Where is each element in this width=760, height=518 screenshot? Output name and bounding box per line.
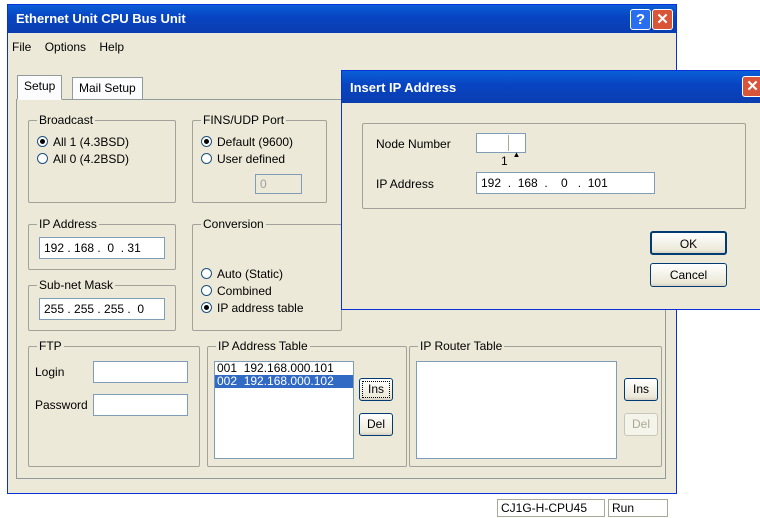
menu-bar: File Options Help <box>12 40 134 54</box>
broadcast-all0-label: All 0 (4.2BSD) <box>53 152 130 166</box>
broadcast-group: Broadcast All 1 (4.3BSD) All 0 (4.2BSD) <box>28 113 176 203</box>
router-table-del-button[interactable]: Del <box>624 413 658 436</box>
fins-udp-label: FINS/UDP Port <box>201 113 287 127</box>
status-model: CJ1G-H-CPU45 <box>497 499 605 517</box>
spin-buttons[interactable]: ▲ ▼ <box>508 135 524 183</box>
radio-unselected-icon <box>201 153 212 164</box>
conversion-group: Conversion Auto (Static) Combined IP add… <box>192 217 342 331</box>
ftp-label: FTP <box>37 339 64 353</box>
ip-table-ins-button[interactable]: Ins <box>359 378 393 401</box>
ftp-password-label: Password <box>35 398 88 412</box>
fins-user-label: User defined <box>217 152 286 166</box>
help-icon[interactable]: ? <box>630 9 651 30</box>
status-mode: Run <box>608 499 668 517</box>
ftp-login-input[interactable] <box>93 361 188 383</box>
ftp-login-label: Login <box>35 365 65 379</box>
main-window-title: Ethernet Unit CPU Bus Unit <box>16 11 186 26</box>
radio-unselected-icon <box>201 285 212 296</box>
node-number-input[interactable]: 1 ▲ ▼ <box>476 133 526 183</box>
spin-up-icon[interactable]: ▲ <box>509 151 524 159</box>
ip-address-table-list[interactable]: 001 192.168.000.101 002 192.168.000.102 <box>214 361 354 459</box>
dialog-fields-group: Node Number 1 ▲ ▼ IP Address 192 . 168 .… <box>362 123 746 209</box>
insert-ip-dialog: Insert IP Address ✕ Node Number 1 ▲ ▼ IP… <box>341 70 760 310</box>
conversion-combined-radio[interactable]: Combined <box>201 284 272 298</box>
ip-address-group: IP Address 192 . 168 . 0 . 31 <box>28 217 176 270</box>
ftp-group: FTP Login Password <box>28 339 200 467</box>
dialog-close-icon[interactable]: ✕ <box>742 76 760 97</box>
fins-user-radio[interactable]: User defined <box>201 152 285 166</box>
ip-router-table-group: IP Router Table Ins Del <box>409 339 662 467</box>
ftp-password-input[interactable] <box>93 394 188 416</box>
list-item-selected[interactable]: 002 192.168.000.102 <box>215 375 353 388</box>
broadcast-all1-label: All 1 (4.3BSD) <box>53 135 130 149</box>
fins-port-input[interactable]: 0 <box>255 174 302 194</box>
conversion-table-radio[interactable]: IP address table <box>201 301 304 315</box>
conversion-auto-radio[interactable]: Auto (Static) <box>201 267 283 281</box>
ip-table-del-button[interactable]: Del <box>359 413 393 436</box>
broadcast-label: Broadcast <box>37 113 96 127</box>
subnet-mask-group: Sub-net Mask 255 . 255 . 255 . 0 <box>28 278 176 331</box>
ip-address-input[interactable]: 192 . 168 . 0 . 31 <box>39 237 165 259</box>
radio-unselected-icon <box>201 268 212 279</box>
subnet-mask-label: Sub-net Mask <box>37 278 116 292</box>
radio-selected-icon <box>201 302 212 313</box>
subnet-mask-input[interactable]: 255 . 255 . 255 . 0 <box>39 298 165 320</box>
tab-mail-setup[interactable]: Mail Setup <box>72 77 143 99</box>
ip-router-table-list[interactable] <box>416 361 617 459</box>
dialog-ip-label: IP Address <box>376 177 434 191</box>
ok-button[interactable]: OK <box>650 231 727 255</box>
radio-unselected-icon <box>37 153 48 164</box>
dialog-title-bar[interactable]: Insert IP Address <box>342 71 760 103</box>
node-number-value: 1 <box>501 154 508 168</box>
conversion-table-label: IP address table <box>217 301 304 315</box>
node-number-label: Node Number <box>376 137 451 151</box>
broadcast-all0-radio[interactable]: All 0 (4.2BSD) <box>37 152 129 166</box>
fins-default-radio[interactable]: Default (9600) <box>201 135 293 149</box>
tab-setup[interactable]: Setup <box>17 75 63 100</box>
fins-udp-group: FINS/UDP Port Default (9600) User define… <box>192 113 327 203</box>
fins-default-label: Default (9600) <box>217 135 294 149</box>
conversion-auto-label: Auto (Static) <box>217 267 284 281</box>
ip-router-table-label: IP Router Table <box>418 339 505 353</box>
menu-options[interactable]: Options <box>45 40 86 54</box>
ip-address-table-group: IP Address Table 001 192.168.000.101 002… <box>207 339 407 467</box>
radio-selected-icon <box>201 136 212 147</box>
menu-file[interactable]: File <box>12 40 31 54</box>
conversion-combined-label: Combined <box>217 284 272 298</box>
ip-address-table-label: IP Address Table <box>216 339 310 353</box>
broadcast-all1-radio[interactable]: All 1 (4.3BSD) <box>37 135 129 149</box>
router-table-ins-button[interactable]: Ins <box>624 378 658 401</box>
dialog-ip-input[interactable]: 192 . 168 . 0 . 101 <box>476 172 655 194</box>
cancel-button[interactable]: Cancel <box>650 263 727 287</box>
conversion-label: Conversion <box>201 217 266 231</box>
menu-help[interactable]: Help <box>99 40 124 54</box>
radio-selected-icon <box>37 136 48 147</box>
close-icon[interactable]: ✕ <box>652 9 673 30</box>
main-title-bar[interactable]: Ethernet Unit CPU Bus Unit <box>8 5 676 33</box>
ip-address-label: IP Address <box>37 217 99 231</box>
dialog-title: Insert IP Address <box>350 80 457 95</box>
